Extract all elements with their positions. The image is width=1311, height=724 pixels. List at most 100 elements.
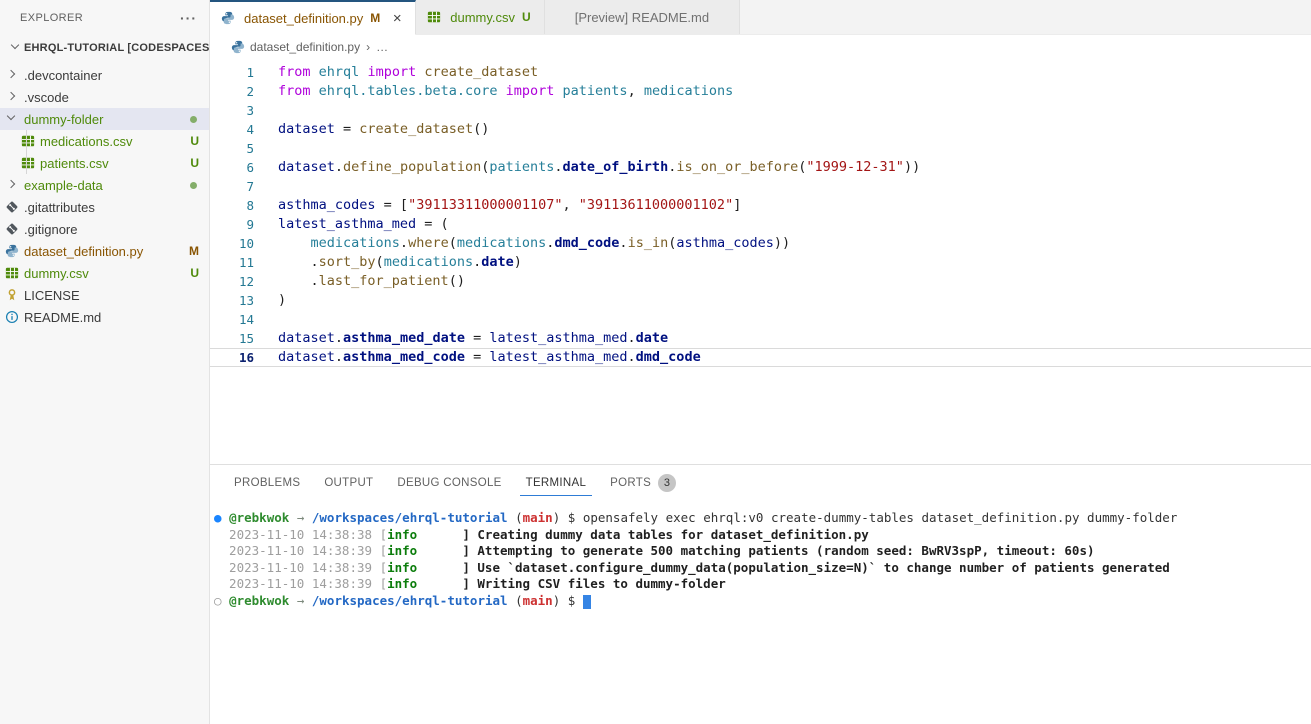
- panel-tab-problems[interactable]: PROBLEMS: [228, 469, 306, 496]
- terminal-cursor: [583, 595, 591, 609]
- code-token: ]: [733, 197, 741, 213]
- tree-item--devcontainer[interactable]: .devcontainer: [0, 64, 209, 86]
- code-token: ,: [563, 197, 579, 213]
- panel-tab-debug-console[interactable]: DEBUG CONSOLE: [391, 469, 507, 496]
- code-token: latest_asthma_med: [278, 216, 416, 232]
- tree-item-example-data[interactable]: example-data: [0, 174, 209, 196]
- tree-item-patients-csv[interactable]: patients.csvU: [0, 152, 209, 174]
- git-changes-dot: [190, 182, 197, 189]
- terminal[interactable]: ● @rebkwok → /workspaces/ehrql-tutorial …: [210, 500, 1311, 724]
- tab-dataset-definition-py[interactable]: dataset_definition.pyM×: [210, 0, 416, 35]
- tree-item-license[interactable]: LICENSE: [0, 284, 209, 306]
- code-token: (: [376, 254, 384, 270]
- code-token: dmd_code: [554, 235, 619, 251]
- panel-tab-terminal[interactable]: TERMINAL: [520, 469, 593, 496]
- tree-item-dataset-definition-py[interactable]: dataset_definition.pyM: [0, 240, 209, 262]
- code-text: .last_for_patient(): [254, 272, 465, 291]
- panel-tab-label: PROBLEMS: [234, 477, 300, 489]
- code-token: dataset: [278, 330, 335, 346]
- code-token: .: [278, 254, 319, 270]
- prompt-user: @rebkwok: [229, 593, 289, 608]
- tree-item--vscode[interactable]: .vscode: [0, 86, 209, 108]
- workspace-name: EHRQL-TUTORIAL [CODESPACES:...: [24, 42, 209, 54]
- code-token: asthma_med_code: [343, 349, 465, 365]
- code-token: define_population: [343, 159, 481, 175]
- tree-item--gitattributes[interactable]: .gitattributes: [0, 196, 209, 218]
- terminal-line-2: 2023-11-10 14:38:38 [info ] Creating dum…: [214, 527, 1311, 544]
- prompt-cwd: /workspaces/ehrql-tutorial: [312, 593, 508, 608]
- panel-tab-ports[interactable]: PORTS3: [604, 466, 682, 499]
- git-status-badge: M: [189, 244, 199, 258]
- log-timestamp: 2023-11-10 14:38:39 [: [214, 560, 387, 575]
- chevron-down-icon: [8, 40, 24, 56]
- tree-item-label: .devcontainer: [24, 68, 209, 83]
- code-token: ): [278, 292, 286, 308]
- tree-item-medications-csv[interactable]: medications.csvU: [0, 130, 209, 152]
- terminal-text: ) $ opensafely exec ehrql:v0 create-dumm…: [553, 510, 1178, 525]
- code-text: [254, 139, 278, 158]
- line-number: 1: [210, 63, 254, 82]
- tree-item-dummy-folder[interactable]: dummy-folder: [0, 108, 209, 130]
- log-level: info: [387, 527, 417, 542]
- code-line-15: 15dataset.asthma_med_date = latest_asthm…: [210, 329, 1311, 348]
- breadcrumb-more[interactable]: …: [376, 40, 388, 54]
- code-token: medications: [384, 254, 473, 270]
- code-token: patients: [563, 83, 628, 99]
- tab--preview-readme-md[interactable]: [Preview] README.md: [545, 0, 740, 34]
- line-number: 11: [210, 253, 254, 272]
- terminal-text: [222, 593, 230, 608]
- git-branch-name: main: [523, 593, 553, 608]
- code-token: [278, 235, 311, 251]
- code-token: medications: [644, 83, 733, 99]
- tab-dummy-csv[interactable]: dummy.csvU: [416, 0, 544, 34]
- terminal-line-6: ○ @rebkwok → /workspaces/ehrql-tutorial …: [214, 593, 1311, 610]
- code-token: (: [449, 235, 457, 251]
- code-line-2: 2from ehrql.tables.beta.core import pati…: [210, 82, 1311, 101]
- code-token: ehrql: [319, 64, 360, 80]
- code-token: =: [335, 121, 359, 137]
- code-token: ): [514, 254, 522, 270]
- code-token: create_dataset: [424, 64, 538, 80]
- command-pending-icon: ○: [214, 593, 222, 608]
- git-status-badge: U: [190, 156, 199, 170]
- panel-tab-output[interactable]: OUTPUT: [318, 469, 379, 496]
- tree-item--gitignore[interactable]: .gitignore: [0, 218, 209, 240]
- log-message: ] Creating dummy data tables for dataset…: [417, 527, 869, 542]
- close-icon[interactable]: ×: [389, 10, 405, 27]
- code-token: from: [278, 64, 311, 80]
- terminal-text: [304, 593, 312, 608]
- line-number: 6: [210, 158, 254, 177]
- tree-item-label: medications.csv: [40, 134, 190, 149]
- code-editor[interactable]: 1 from ehrql import create_dataset 2from e…: [210, 59, 1311, 464]
- line-number: 4: [210, 120, 254, 139]
- code-text: dataset.asthma_med_date = latest_asthma_…: [254, 329, 668, 348]
- git-icon: [4, 221, 20, 237]
- more-actions-icon[interactable]: ···: [180, 10, 197, 26]
- terminal-line-4: 2023-11-10 14:38:39 [info ] Use `dataset…: [214, 560, 1311, 577]
- code-token: latest_asthma_med: [489, 330, 627, 346]
- workspace-section-header[interactable]: EHRQL-TUTORIAL [CODESPACES:...: [0, 36, 209, 60]
- code-token: ,: [628, 83, 644, 99]
- tree-item-dummy-csv[interactable]: dummy.csvU: [0, 262, 209, 284]
- code-token: sort_by: [319, 254, 376, 270]
- code-token: .: [400, 235, 408, 251]
- terminal-text: [304, 510, 312, 525]
- explorer-sidebar: EXPLORER ··· EHRQL-TUTORIAL [CODESPACES:…: [0, 0, 210, 724]
- indent-guide: [26, 130, 27, 152]
- code-token: "39113611000001102": [579, 197, 733, 213]
- code-token: is_in: [628, 235, 669, 251]
- table-icon: [20, 155, 36, 171]
- breadcrumb[interactable]: dataset_definition.py › …: [210, 35, 1311, 59]
- terminal-line-3: 2023-11-10 14:38:39 [info ] Attempting t…: [214, 543, 1311, 560]
- code-token: is_on_or_before: [676, 159, 798, 175]
- code-text: ): [254, 291, 286, 310]
- code-token: date: [636, 330, 669, 346]
- code-text: asthma_codes = ["39113311000001107", "39…: [254, 196, 741, 215]
- code-token: import: [506, 83, 555, 99]
- code-text: [254, 101, 278, 120]
- tree-item-readme-md[interactable]: README.md: [0, 306, 209, 328]
- git-status-badge: U: [190, 134, 199, 148]
- breadcrumb-file[interactable]: dataset_definition.py: [250, 40, 360, 54]
- info-icon: [4, 309, 20, 325]
- terminal-text: (: [508, 593, 523, 608]
